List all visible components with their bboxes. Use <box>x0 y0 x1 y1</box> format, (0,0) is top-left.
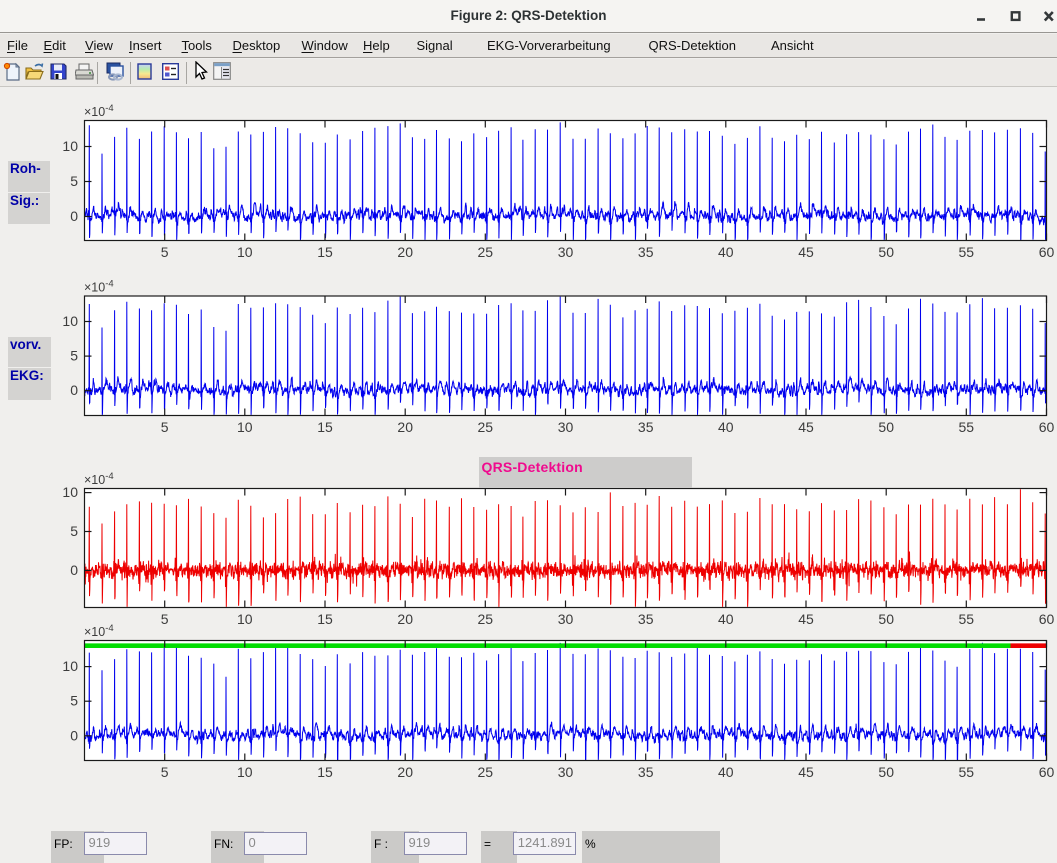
svg-text:40: 40 <box>718 764 734 780</box>
svg-text:0: 0 <box>70 562 78 578</box>
svg-text:10: 10 <box>237 419 253 435</box>
svg-text:0: 0 <box>70 727 78 743</box>
svg-text:25: 25 <box>478 244 494 260</box>
svg-text:60: 60 <box>1039 419 1055 435</box>
svg-text:50: 50 <box>878 419 894 435</box>
svg-text:35: 35 <box>638 419 654 435</box>
svg-text:50: 50 <box>878 244 894 260</box>
svg-text:40: 40 <box>718 611 734 627</box>
svg-text:20: 20 <box>397 611 413 627</box>
svg-text:10: 10 <box>62 484 78 500</box>
svg-text:45: 45 <box>798 244 814 260</box>
svg-text:40: 40 <box>718 419 734 435</box>
svg-text:15: 15 <box>317 419 333 435</box>
svg-text:5: 5 <box>161 244 169 260</box>
svg-text:15: 15 <box>317 244 333 260</box>
svg-text:55: 55 <box>959 611 975 627</box>
svg-text:×10-4: ×10-4 <box>84 103 114 119</box>
svg-text:35: 35 <box>638 764 654 780</box>
svg-text:25: 25 <box>478 764 494 780</box>
svg-text:5: 5 <box>70 693 78 709</box>
svg-text:10: 10 <box>62 313 78 329</box>
svg-text:35: 35 <box>638 611 654 627</box>
svg-text:60: 60 <box>1039 244 1055 260</box>
svg-text:5: 5 <box>161 764 169 780</box>
svg-text:50: 50 <box>878 611 894 627</box>
svg-text:30: 30 <box>558 764 574 780</box>
svg-text:45: 45 <box>798 419 814 435</box>
svg-text:5: 5 <box>70 348 78 364</box>
svg-text:25: 25 <box>478 419 494 435</box>
svg-text:×10-4: ×10-4 <box>84 279 114 295</box>
svg-text:60: 60 <box>1039 764 1055 780</box>
svg-text:30: 30 <box>558 419 574 435</box>
svg-text:35: 35 <box>638 244 654 260</box>
svg-text:10: 10 <box>62 138 78 154</box>
svg-text:55: 55 <box>959 244 975 260</box>
svg-text:5: 5 <box>161 419 169 435</box>
svg-text:5: 5 <box>70 523 78 539</box>
svg-text:15: 15 <box>317 611 333 627</box>
svg-text:×10-4: ×10-4 <box>84 471 114 487</box>
svg-text:55: 55 <box>959 764 975 780</box>
svg-text:0: 0 <box>70 382 78 398</box>
svg-text:10: 10 <box>62 658 78 674</box>
svg-text:20: 20 <box>397 419 413 435</box>
svg-text:60: 60 <box>1039 611 1055 627</box>
svg-text:0: 0 <box>70 208 78 224</box>
svg-text:5: 5 <box>70 173 78 189</box>
svg-text:45: 45 <box>798 764 814 780</box>
svg-text:45: 45 <box>798 611 814 627</box>
svg-text:40: 40 <box>718 244 734 260</box>
svg-text:20: 20 <box>397 244 413 260</box>
svg-text:20: 20 <box>397 764 413 780</box>
svg-text:30: 30 <box>558 244 574 260</box>
svg-text:25: 25 <box>478 611 494 627</box>
svg-text:10: 10 <box>237 611 253 627</box>
svg-text:15: 15 <box>317 764 333 780</box>
svg-text:50: 50 <box>878 764 894 780</box>
svg-text:10: 10 <box>237 764 253 780</box>
svg-text:30: 30 <box>558 611 574 627</box>
svg-text:55: 55 <box>959 419 975 435</box>
svg-text:5: 5 <box>161 611 169 627</box>
svg-text:×10-4: ×10-4 <box>84 623 114 639</box>
svg-text:10: 10 <box>237 244 253 260</box>
